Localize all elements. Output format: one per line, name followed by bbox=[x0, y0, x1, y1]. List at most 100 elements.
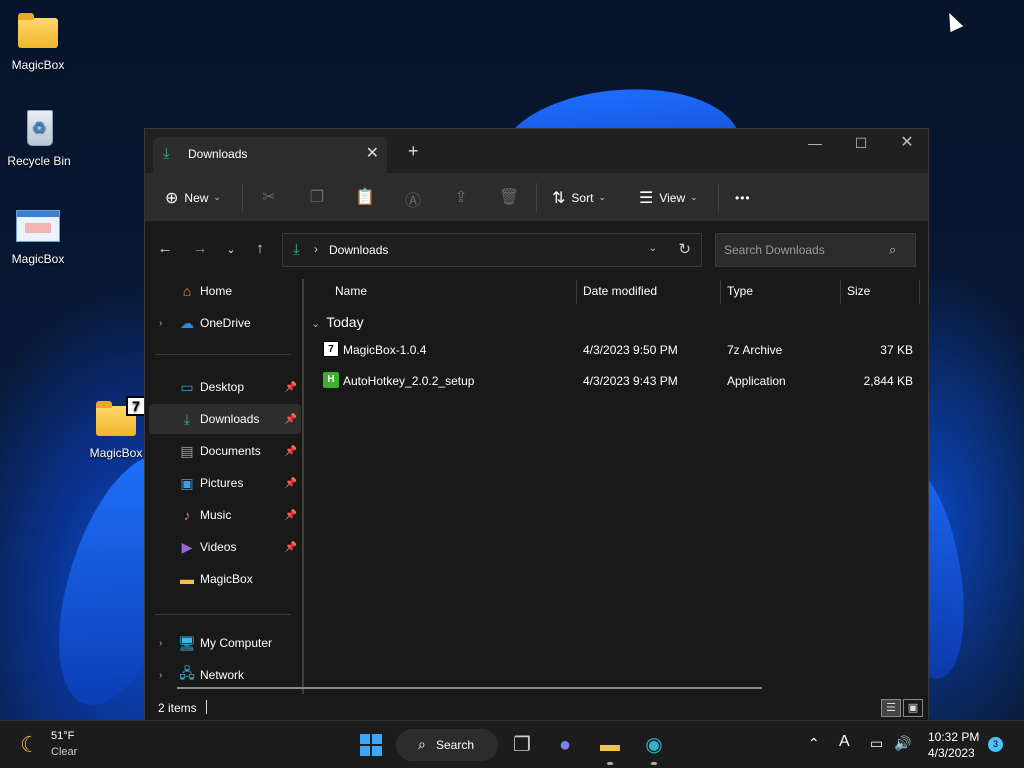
horizontal-scrollbar[interactable] bbox=[177, 687, 762, 689]
collapse-chevron-icon: ⌄ bbox=[311, 318, 321, 330]
download-icon: ⤓ bbox=[163, 145, 170, 162]
cut-icon[interactable]: ✂ bbox=[258, 187, 280, 209]
clock-time[interactable]: 10:32 PM bbox=[928, 730, 979, 744]
column-header-type[interactable]: Type bbox=[727, 284, 753, 298]
document-icon: ▤ bbox=[180, 442, 194, 459]
details-view-icon[interactable]: ☰ bbox=[881, 699, 901, 717]
home-icon: ⌂ bbox=[182, 283, 192, 299]
sidebar-item-music[interactable]: ♪ Music 📌 bbox=[149, 500, 301, 530]
expand-chevron-icon[interactable]: › bbox=[159, 670, 162, 681]
sidebar-item-label: Home bbox=[200, 284, 233, 298]
column-header-date-modified[interactable]: Date modified bbox=[583, 284, 657, 298]
pin-icon[interactable]: 📌 bbox=[285, 446, 297, 457]
file-name: AutoHotkey_2.0.2_setup bbox=[343, 374, 475, 388]
column-header-name[interactable]: Name bbox=[335, 284, 367, 298]
address-bar[interactable]: ⤓ › Downloads ⌄ ↻ bbox=[282, 233, 702, 267]
paste-icon[interactable]: 📋 bbox=[354, 187, 376, 209]
desktop-icon-magicbox-folder[interactable]: MagicBox bbox=[0, 12, 76, 72]
sidebar-item-my-computer[interactable]: › 🖥 My Computer bbox=[149, 628, 301, 658]
clock-date[interactable]: 4/3/2023 bbox=[928, 746, 975, 760]
search-input[interactable] bbox=[715, 233, 916, 267]
taskbar-search-button[interactable]: ⌕ Search bbox=[396, 729, 498, 761]
weather-condition[interactable]: Clear bbox=[51, 746, 77, 758]
sidebar-item-pictures[interactable]: ▣ Pictures 📌 bbox=[149, 468, 301, 498]
sidebar-item-home[interactable]: ⌂ Home bbox=[149, 276, 301, 306]
recent-locations-chevron-icon[interactable]: ⌄ bbox=[221, 243, 241, 256]
desktop-icon-magicbox-7z[interactable]: 7 MagicBox bbox=[78, 396, 154, 460]
input-language-icon[interactable]: A bbox=[839, 733, 850, 751]
sidebar-item-magicbox[interactable]: ▬ MagicBox bbox=[149, 564, 301, 594]
minimize-button[interactable]: — bbox=[792, 135, 838, 163]
sidebar-scrollbar[interactable] bbox=[302, 279, 304, 694]
sidebar-item-downloads[interactable]: ⤓ Downloads 📌 bbox=[149, 404, 301, 434]
chat-icon[interactable]: ● bbox=[551, 731, 579, 759]
file-type: 7z Archive bbox=[727, 343, 783, 357]
up-arrow-icon[interactable]: ↑ bbox=[250, 240, 270, 257]
file-name: MagicBox-1.0.4 bbox=[343, 343, 427, 357]
expand-chevron-icon[interactable]: › bbox=[159, 318, 162, 329]
delete-icon[interactable]: 🗑 bbox=[498, 187, 520, 209]
file-date: 4/3/2023 9:43 PM bbox=[583, 374, 678, 388]
show-hidden-icons-chevron-icon[interactable]: ⌃ bbox=[808, 735, 820, 752]
refresh-icon[interactable]: ↻ bbox=[678, 240, 691, 258]
view-button[interactable]: ☰ View ⌄ bbox=[639, 173, 698, 222]
file-explorer-icon[interactable]: ▬ bbox=[596, 731, 624, 759]
network-icon[interactable]: ▭ bbox=[870, 735, 883, 752]
table-row[interactable]: 7 MagicBox-1.0.4 4/3/2023 9:50 PM 7z Arc… bbox=[305, 336, 929, 364]
expand-chevron-icon[interactable]: › bbox=[159, 638, 162, 649]
sidebar-item-label: Pictures bbox=[200, 476, 244, 490]
column-divider[interactable] bbox=[919, 280, 920, 304]
edge-icon[interactable]: ◉ bbox=[640, 731, 668, 759]
group-header-today[interactable]: ⌄ Today bbox=[311, 314, 364, 330]
column-divider[interactable] bbox=[720, 280, 721, 304]
copy-icon[interactable]: ❐ bbox=[306, 187, 328, 209]
moon-icon[interactable]: ☾ bbox=[20, 732, 40, 758]
table-row[interactable]: H AutoHotkey_2.0.2_setup 4/3/2023 9:43 P… bbox=[305, 367, 929, 395]
chevron-right-icon: › bbox=[314, 242, 318, 256]
pin-icon[interactable]: 📌 bbox=[285, 382, 297, 393]
pin-icon[interactable]: 📌 bbox=[285, 478, 297, 489]
chevron-down-icon: ⌄ bbox=[213, 192, 221, 202]
desktop-icon-magicbox-app[interactable]: MagicBox bbox=[0, 206, 76, 266]
notification-badge[interactable]: 3 bbox=[988, 737, 1003, 752]
volume-icon[interactable]: 🔊 bbox=[894, 735, 911, 752]
new-button[interactable]: ⊕ New ⌄ bbox=[165, 173, 221, 222]
weather-temperature[interactable]: 51°F bbox=[51, 730, 74, 742]
pin-icon[interactable]: 📌 bbox=[285, 510, 297, 521]
column-divider[interactable] bbox=[576, 280, 577, 304]
close-button[interactable]: ✕ bbox=[884, 135, 930, 163]
tab-downloads[interactable]: ⤓ Downloads ✕ bbox=[153, 137, 387, 173]
7z-badge: 7 bbox=[126, 396, 146, 416]
sidebar-item-documents[interactable]: ▤ Documents 📌 bbox=[149, 436, 301, 466]
address-path[interactable]: Downloads bbox=[329, 243, 388, 257]
back-arrow-icon[interactable]: ← bbox=[155, 240, 175, 257]
column-header-size[interactable]: Size bbox=[847, 284, 870, 298]
start-button[interactable] bbox=[360, 734, 382, 756]
sidebar-item-desktop[interactable]: ▭ Desktop 📌 bbox=[149, 372, 301, 402]
sidebar-item-onedrive[interactable]: › ☁ OneDrive bbox=[149, 308, 301, 338]
sort-button[interactable]: ⇅ Sort ⌄ bbox=[552, 173, 606, 222]
rename-icon[interactable]: Ⓐ bbox=[402, 187, 424, 210]
tab-close-icon[interactable]: ✕ bbox=[366, 143, 379, 163]
sidebar-separator bbox=[155, 614, 291, 615]
more-options-button[interactable]: ••• bbox=[735, 173, 751, 222]
tiles-view-icon[interactable]: ▣ bbox=[903, 699, 923, 717]
maximize-button[interactable]: ☐ bbox=[838, 135, 884, 163]
sidebar-item-videos[interactable]: ▶ Videos 📌 bbox=[149, 532, 301, 562]
forward-arrow-icon[interactable]: → bbox=[190, 240, 210, 257]
pin-icon[interactable]: 📌 bbox=[285, 542, 297, 553]
toolbar-separator bbox=[718, 183, 719, 213]
sidebar-item-network[interactable]: › 🖧 Network bbox=[149, 660, 301, 690]
share-icon[interactable]: ⇪ bbox=[450, 187, 472, 209]
running-indicator bbox=[651, 762, 657, 765]
title-bar[interactable]: ⤓ Downloads ✕ + — ☐ ✕ bbox=[145, 129, 928, 173]
task-view-icon[interactable]: ❐ bbox=[508, 731, 536, 759]
column-divider[interactable] bbox=[840, 280, 841, 304]
toolbar-separator bbox=[536, 183, 537, 213]
new-tab-button[interactable]: + bbox=[408, 141, 419, 162]
desktop-icon-recycle-bin[interactable]: Recycle Bin bbox=[1, 108, 77, 168]
desktop-icon-label: MagicBox bbox=[11, 252, 65, 266]
autohotkey-icon: H bbox=[323, 372, 339, 388]
address-dropdown-icon[interactable]: ⌄ bbox=[649, 243, 657, 254]
pin-icon[interactable]: 📌 bbox=[285, 414, 297, 425]
